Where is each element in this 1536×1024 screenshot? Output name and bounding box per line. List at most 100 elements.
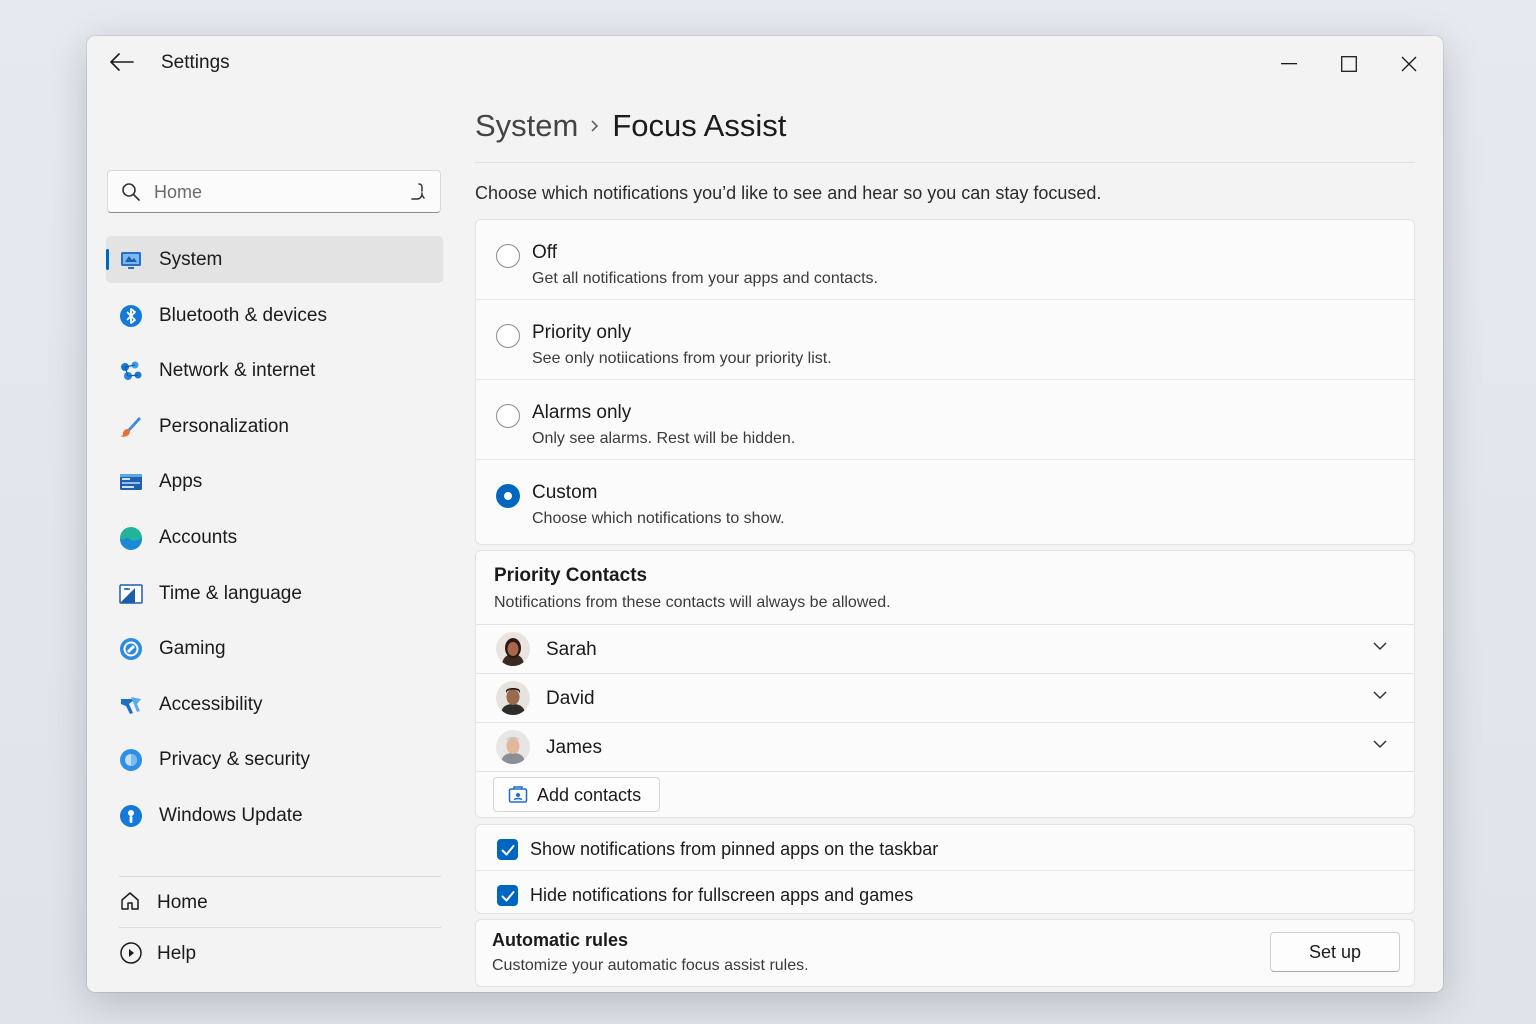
shield-icon [120,749,142,772]
chevron-down-icon[interactable] [1372,641,1388,651]
radio-button[interactable] [496,324,520,348]
option-label: Hide notifications for fullscreen apps a… [530,885,914,905]
intro-text: Choose which notifications you’d like to… [475,183,1102,203]
sidebar-item-label: Network & internet [159,360,316,382]
chevron-down-icon[interactable] [1372,690,1388,700]
bluetooth-icon [120,304,142,327]
back-button[interactable] [105,48,139,76]
contact-card-icon [508,786,528,803]
sidebar-item-help[interactable]: Help [107,928,441,978]
sidebar-item-label: Bluetooth & devices [159,304,327,326]
help-icon [120,942,142,964]
close-button[interactable] [1381,44,1437,84]
notification-options-card: Show notifications from pinned apps on t… [475,824,1415,914]
sidebar-item-label: Gaming [159,638,226,660]
sidebar-item-windows-update[interactable]: Windows Update [106,792,443,839]
radio-button[interactable] [496,404,520,428]
sidebar-bottom: Home Help [107,876,441,978]
sidebar-item-label: System [159,249,223,270]
sidebar-item-label: Home [157,892,208,913]
sidebar-item-label: Accounts [159,526,238,548]
app-title: Settings [161,52,230,73]
mode-title: Alarms only [532,402,632,423]
search-box [107,170,441,213]
minimize-button[interactable] [1261,44,1317,84]
mode-description: Only see alarms. Rest will be hidden. [532,430,796,447]
search-icon [122,183,140,201]
mode-description: Get all notifications from your apps and… [532,270,878,287]
breadcrumb: System Focus Assist [475,108,786,144]
mode-option-alarms-only[interactable]: Alarms only Only see alarms. Rest will b… [476,380,1414,460]
sidebar-item-home[interactable]: Home [107,877,441,927]
radio-button[interactable] [496,244,520,268]
mode-description: See only notiications from your priority… [532,350,832,367]
add-contacts-button[interactable]: Add contacts [493,777,660,812]
close-icon [1401,56,1417,72]
checkbox-checked[interactable] [497,839,518,860]
minimize-icon [1281,63,1297,65]
brush-icon [121,416,141,437]
mode-option-off[interactable]: Off Get all notifications from your apps… [476,220,1414,300]
section-description: Notifications from these contacts will a… [494,594,891,611]
sidebar-item-system[interactable]: System [106,236,443,283]
sidebar-item-personalization[interactable]: Personalization [106,403,443,450]
mode-description: Choose which notifications to show. [532,510,785,527]
contact-name: Sarah [546,639,597,660]
contact-row[interactable]: Sarah [476,624,1414,673]
settings-window: Settings System Bluetooth & devices Netw… [87,36,1443,992]
microphone-icon[interactable] [410,182,428,202]
accessibility-icon [121,696,141,714]
checkmark-icon [501,890,514,901]
sidebar-item-label: Help [157,943,197,964]
sidebar-item-time-language[interactable]: Time & language [106,570,443,617]
sidebar-item-apps[interactable]: Apps [106,458,443,505]
chevron-right-icon [590,118,600,134]
search-input[interactable] [154,179,394,205]
apps-icon [120,474,142,491]
option-fullscreen-apps[interactable]: Hide notifications for fullscreen apps a… [476,870,1414,913]
contact-name: James [546,737,602,758]
priority-contacts-card: Priority Contacts Notifications from the… [475,550,1415,818]
page-title: Focus Assist [612,108,787,143]
chevron-down-icon[interactable] [1372,739,1388,749]
mode-title: Priority only [532,322,632,343]
maximize-button[interactable] [1321,44,1377,84]
gaming-icon [120,638,142,661]
sidebar-item-accounts[interactable]: Accounts [106,514,443,561]
sidebar-item-privacy-security[interactable]: Privacy & security [106,736,443,783]
contact-row[interactable]: James [476,722,1414,771]
sidebar-item-bluetooth[interactable]: Bluetooth & devices [106,292,443,339]
automatic-rules-card: Automatic rules Customize your automatic… [475,919,1415,987]
accounts-icon [120,526,142,550]
avatar [496,730,530,764]
sidebar-item-label: Privacy & security [159,749,310,771]
sidebar-item-label: Windows Update [159,804,303,826]
set-up-button[interactable]: Set up [1270,932,1400,972]
checkbox-checked[interactable] [497,885,518,906]
arrow-left-icon [110,53,134,71]
title-bar: Settings [87,36,1443,90]
option-pinned-apps[interactable]: Show notifications from pinned apps on t… [476,825,1414,870]
option-label: Show notifications from pinned apps on t… [530,839,939,859]
section-description: Customize your automatic focus assist ru… [492,957,809,974]
home-icon [121,892,139,910]
contact-row[interactable]: David [476,673,1414,722]
avatar [496,632,530,666]
breadcrumb-parent[interactable]: System [475,108,578,144]
sidebar-item-gaming[interactable]: Gaming [106,625,443,672]
add-contacts-label: Add contacts [537,785,642,805]
time-language-icon [119,583,143,604]
mode-option-priority-only[interactable]: Priority only See only notiications from… [476,300,1414,380]
focus-mode-group: Off Get all notifications from your apps… [475,219,1415,545]
avatar [496,681,530,715]
maximize-icon [1341,56,1357,72]
sidebar-item-accessibility[interactable]: Accessibility [106,681,443,728]
mode-option-custom[interactable]: Custom Choose which notifications to sho… [476,460,1414,540]
add-contacts-row: Add contacts [476,771,1414,817]
checkmark-icon [501,844,514,855]
section-title: Automatic rules [492,930,629,950]
sidebar-item-network[interactable]: Network & internet [106,347,443,394]
sidebar-item-label: Time & language [159,582,302,604]
radio-button-selected[interactable] [496,484,520,508]
mode-title: Off [532,242,557,263]
